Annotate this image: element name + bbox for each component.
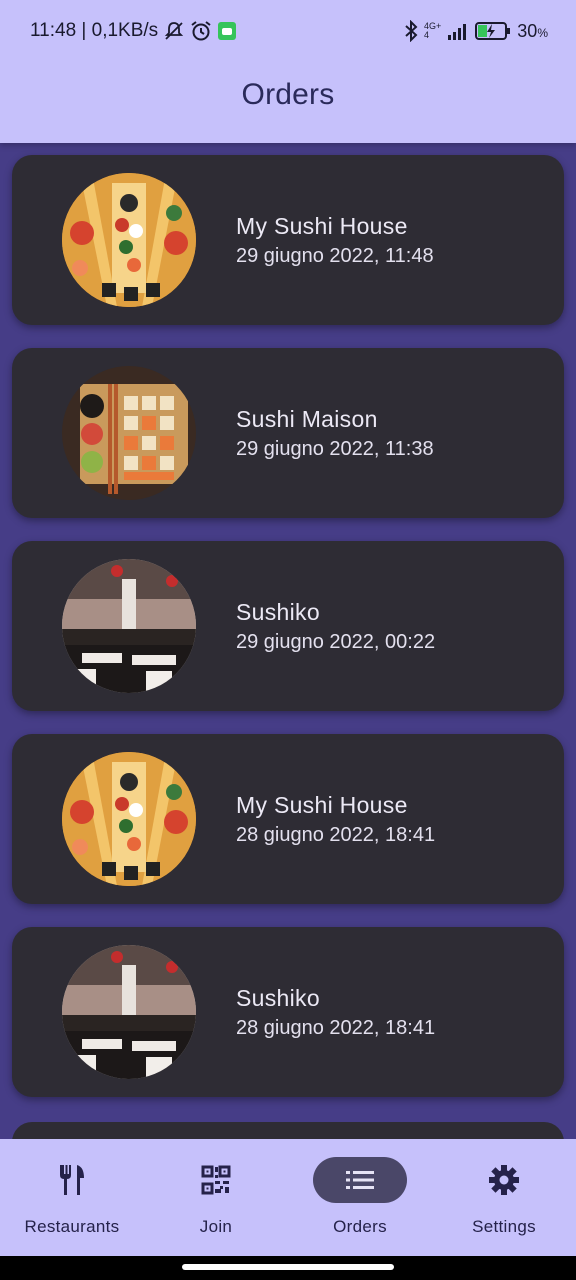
battery-icon [475,21,511,41]
status-time-speed: 11:48 | 0,1KB/s [30,20,159,41]
network-bottom-label: 4 [424,30,430,40]
bottom-navigation: Restaurants Join Orders Settings [0,1139,576,1256]
android-app-icon [218,22,237,40]
restaurant-image [62,366,196,500]
list-icon [346,1171,374,1189]
qr-code-icon [201,1165,231,1195]
nav-item-join[interactable]: Join [144,1139,288,1256]
order-restaurant-name: Sushi Maison [236,406,378,432]
order-card[interactable]: Sushi Maison 29 giugno 2022, 11:38 [12,348,564,518]
status-right: 4G+ 4 30% [404,20,548,42]
nav-active-pill [313,1157,407,1203]
nav-label: Restaurants [24,1217,120,1236]
order-datetime: 28 giugno 2022, 18:41 [236,1017,436,1039]
page-title: Orders [241,78,335,111]
order-restaurant-name: My Sushi House [236,213,408,239]
nav-label: Settings [472,1217,536,1236]
nav-label: Join [199,1217,233,1236]
battery-pct-unit: % [537,25,548,40]
nav-label: Orders [333,1217,387,1236]
order-restaurant-name: Sushiko [236,599,320,625]
order-card[interactable]: Sushiko 29 giugno 2022, 00:22 [12,541,564,711]
order-datetime: 29 giugno 2022, 11:48 [236,245,434,267]
fork-knife-icon [60,1165,84,1195]
nav-item-orders[interactable]: Orders [288,1139,432,1256]
home-indicator[interactable] [182,1264,394,1270]
order-card[interactable]: My Sushi House 29 giugno 2022, 11:48 [12,155,564,325]
nav-icon-container [169,1157,263,1203]
nav-icon-container [25,1157,119,1203]
nav-item-settings[interactable]: Settings [432,1139,576,1256]
order-datetime: 29 giugno 2022, 11:38 [236,438,434,460]
restaurant-image [62,559,196,693]
status-left: 11:48 | 0,1KB/s [30,20,237,42]
restaurant-image [62,173,196,307]
orders-list[interactable]: My Sushi House 29 giugno 2022, 11:48 Sus… [12,155,564,1120]
order-restaurant-name: Sushiko [236,985,320,1011]
nav-icon-container [457,1157,551,1203]
order-card[interactable]: My Sushi House 28 giugno 2022, 18:41 [12,734,564,904]
mute-bell-icon [164,21,184,41]
order-datetime: 28 giugno 2022, 18:41 [236,824,436,846]
status-bar: 11:48 | 0,1KB/s 4G+ 4 30% [0,0,576,62]
restaurant-image [62,945,196,1079]
top-bar: 11:48 | 0,1KB/s 4G+ 4 30% Orders [0,0,576,143]
signal-icon [447,22,469,40]
battery-percentage: 30% [517,21,548,42]
order-restaurant-name: My Sushi House [236,792,408,818]
order-card[interactable]: Sushiko 28 giugno 2022, 18:41 [12,927,564,1097]
network-type: 4G+ 4 [424,22,441,40]
alarm-icon [190,20,212,42]
bluetooth-icon [404,20,418,42]
order-datetime: 29 giugno 2022, 00:22 [236,631,436,653]
nav-item-restaurants[interactable]: Restaurants [0,1139,144,1256]
restaurant-image [62,752,196,886]
battery-pct-value: 30 [517,20,538,41]
gear-icon [489,1165,519,1195]
